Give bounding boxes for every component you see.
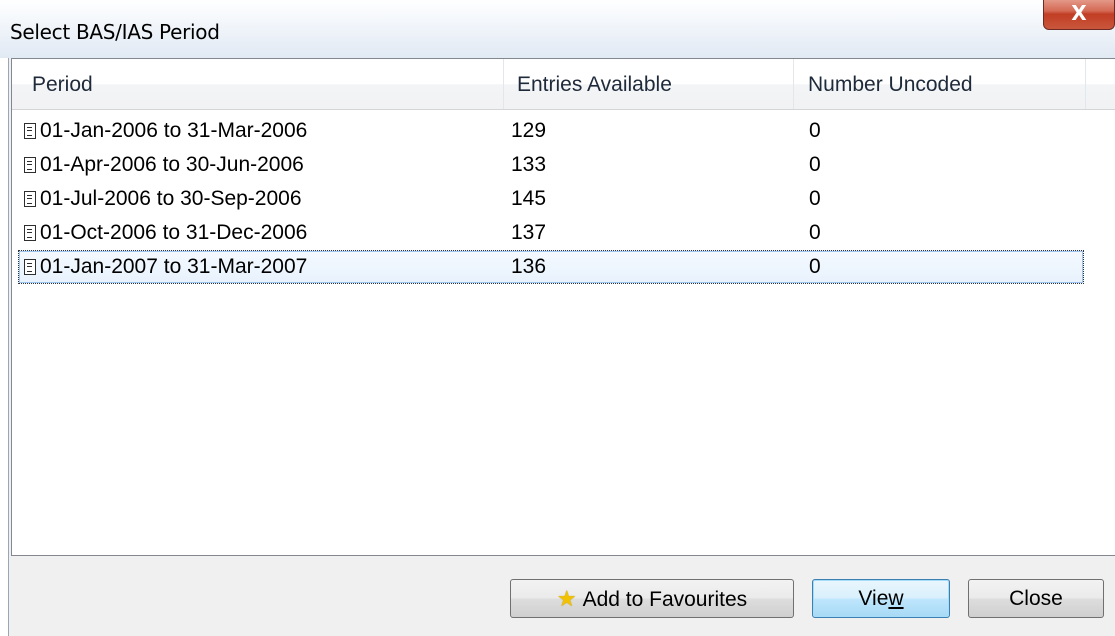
entries-cell: 145 [511, 187, 547, 210]
column-divider[interactable] [503, 59, 504, 109]
document-icon [24, 225, 36, 241]
uncoded-cell: 0 [809, 153, 821, 176]
star-icon: ★ [556, 586, 577, 611]
period-cell: 01-Jan-2006 to 31-Mar-2006 [40, 119, 308, 142]
table-row[interactable]: 01-Oct-2006 to 31-Dec-2006 137 0 [18, 216, 1084, 250]
close-button[interactable]: Close [968, 579, 1104, 618]
period-cell: 01-Jul-2006 to 30-Sep-2006 [40, 187, 302, 210]
table-row-selected[interactable]: 01-Jan-2007 to 31-Mar-2007 136 0 [18, 250, 1084, 284]
column-header-number-uncoded[interactable]: Number Uncoded [808, 59, 973, 109]
column-header-period[interactable]: Period [32, 59, 93, 109]
window-title: Select BAS/IAS Period [10, 20, 220, 44]
close-icon: X [1071, 1, 1087, 25]
document-icon [24, 259, 36, 275]
view-button[interactable]: View [812, 579, 950, 618]
title-bar: Select BAS/IAS Period X [0, 0, 1115, 58]
period-list[interactable]: Period Entries Available Number Uncoded … [11, 58, 1115, 556]
add-to-favourites-button[interactable]: ★ Add to Favourites [510, 579, 794, 618]
uncoded-cell: 0 [809, 221, 821, 244]
column-divider[interactable] [793, 59, 794, 109]
uncoded-cell: 0 [809, 255, 821, 278]
document-icon [24, 123, 36, 139]
column-divider[interactable] [1085, 59, 1086, 109]
document-icon [24, 191, 36, 207]
entries-cell: 136 [511, 255, 547, 278]
table-row[interactable]: 01-Jul-2006 to 30-Sep-2006 145 0 [18, 182, 1084, 216]
list-header: Period Entries Available Number Uncoded [12, 59, 1115, 110]
window-close-button[interactable]: X [1043, 0, 1115, 30]
uncoded-cell: 0 [809, 119, 821, 142]
table-row[interactable]: 01-Apr-2006 to 30-Jun-2006 133 0 [18, 148, 1084, 182]
period-cell: 01-Oct-2006 to 31-Dec-2006 [40, 221, 308, 244]
column-header-entries-available[interactable]: Entries Available [517, 59, 672, 109]
uncoded-cell: 0 [809, 187, 821, 210]
period-cell: 01-Jan-2007 to 31-Mar-2007 [40, 255, 308, 278]
table-row[interactable]: 01-Jan-2006 to 31-Mar-2006 129 0 [18, 114, 1084, 148]
close-label: Close [1009, 587, 1063, 610]
entries-cell: 137 [511, 221, 547, 244]
view-label: Vie [858, 587, 889, 610]
view-label-mnemonic: w [888, 587, 904, 610]
add-to-favourites-label: Add to Favourites [582, 588, 748, 611]
period-cell: 01-Apr-2006 to 30-Jun-2006 [40, 153, 304, 176]
document-icon [24, 157, 36, 173]
entries-cell: 133 [511, 153, 547, 176]
entries-cell: 129 [511, 119, 547, 142]
